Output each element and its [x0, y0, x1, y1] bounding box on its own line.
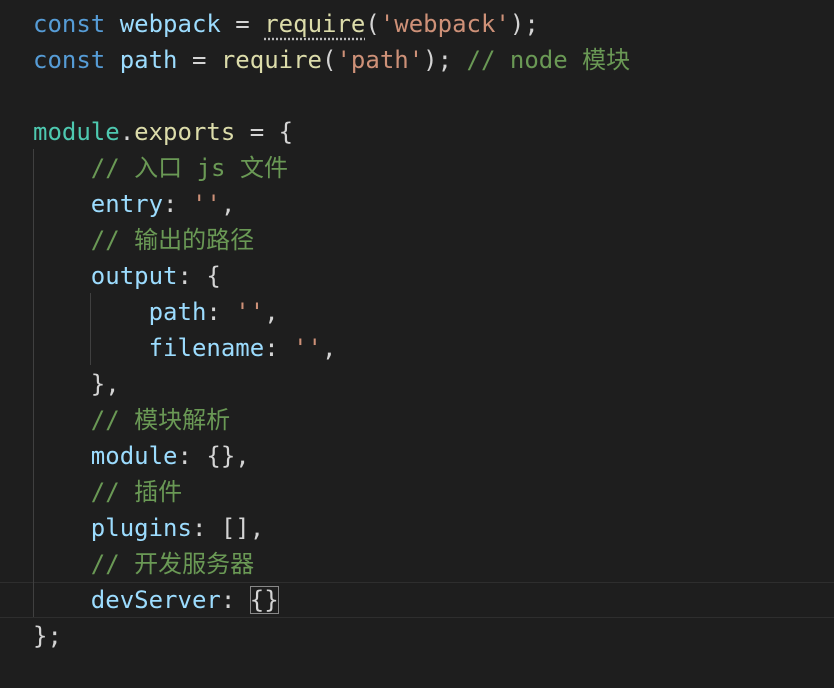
- code-string: '': [235, 298, 265, 326]
- code-comment: // 模块解析: [90, 406, 231, 434]
- code-token: (: [322, 46, 337, 74]
- code-token: {}: [249, 586, 279, 614]
- code-token: path: [148, 298, 207, 326]
- code-token: : {},: [177, 442, 250, 470]
- code-line[interactable]: // 入口 js 文件: [33, 150, 834, 186]
- code-token: const: [33, 46, 106, 74]
- code-token: filename: [148, 334, 265, 362]
- code-line[interactable]: module: {},: [33, 438, 834, 474]
- code-token: : {: [177, 262, 221, 290]
- code-token: path: [119, 46, 178, 74]
- code-line[interactable]: path: '',: [33, 294, 834, 330]
- code-token: require: [220, 46, 323, 74]
- code-token: );: [423, 46, 453, 74]
- code-line[interactable]: // 插件: [33, 474, 834, 510]
- indent-guide: [33, 149, 34, 617]
- code-token: ,: [264, 298, 279, 326]
- code-token: output: [90, 262, 178, 290]
- code-token: module: [90, 442, 178, 470]
- code-comment: // 插件: [90, 478, 183, 506]
- code-line[interactable]: [33, 78, 834, 114]
- code-line[interactable]: filename: '',: [33, 330, 834, 366]
- code-token: entry: [90, 190, 164, 218]
- code-token: const: [33, 10, 106, 38]
- code-line[interactable]: plugins: [],: [33, 510, 834, 546]
- code-token: (: [365, 10, 380, 38]
- code-string: '': [293, 334, 322, 362]
- code-comment: // 开发服务器: [90, 550, 255, 578]
- code-line[interactable]: // 模块解析: [33, 402, 834, 438]
- code-token: :: [163, 190, 192, 218]
- code-comment: // 输出的路径: [90, 226, 255, 254]
- code-comment: // node 模块: [466, 46, 631, 74]
- code-string: 'webpack': [379, 10, 510, 38]
- code-token: module: [33, 118, 120, 146]
- code-line[interactable]: };: [33, 618, 834, 654]
- code-line[interactable]: output: {: [33, 258, 834, 294]
- code-token: );: [509, 10, 539, 38]
- code-token: ,: [322, 334, 337, 362]
- code-line[interactable]: // 输出的路径: [33, 222, 834, 258]
- indent-guide: [90, 293, 91, 365]
- code-comment: // 入口 js 文件: [90, 154, 288, 182]
- code-line[interactable]: const path = require('path'); // node 模块: [33, 42, 834, 78]
- code-line[interactable]: // 开发服务器: [33, 546, 834, 582]
- code-token: :: [220, 586, 250, 614]
- code-token: =: [220, 10, 265, 38]
- code-token: require: [264, 10, 366, 38]
- code-token: webpack: [119, 10, 221, 38]
- code-line[interactable]: const webpack = require('webpack');: [33, 6, 834, 42]
- code-string: 'path': [336, 46, 424, 74]
- code-token: .: [119, 118, 135, 146]
- code-line[interactable]: module.exports = {: [33, 114, 834, 150]
- code-token: exports: [134, 118, 236, 146]
- code-token: plugins: [90, 514, 192, 542]
- code-token: : [],: [191, 514, 265, 542]
- code-token: = {: [235, 118, 294, 146]
- code-area[interactable]: const webpack = require('webpack'); const…: [0, 6, 834, 654]
- code-token: :: [264, 334, 294, 362]
- code-editor[interactable]: const webpack = require('webpack'); const…: [0, 0, 834, 688]
- code-line[interactable]: devServer: {}: [0, 582, 834, 618]
- code-token: },: [33, 370, 120, 398]
- code-token: };: [33, 622, 62, 650]
- code-token: ,: [220, 190, 236, 218]
- code-line[interactable]: },: [33, 366, 834, 402]
- code-token: =: [177, 46, 221, 74]
- code-string: '': [191, 190, 221, 218]
- code-line[interactable]: entry: '',: [33, 186, 834, 222]
- code-token: :: [206, 298, 236, 326]
- code-token: devServer: [90, 586, 221, 614]
